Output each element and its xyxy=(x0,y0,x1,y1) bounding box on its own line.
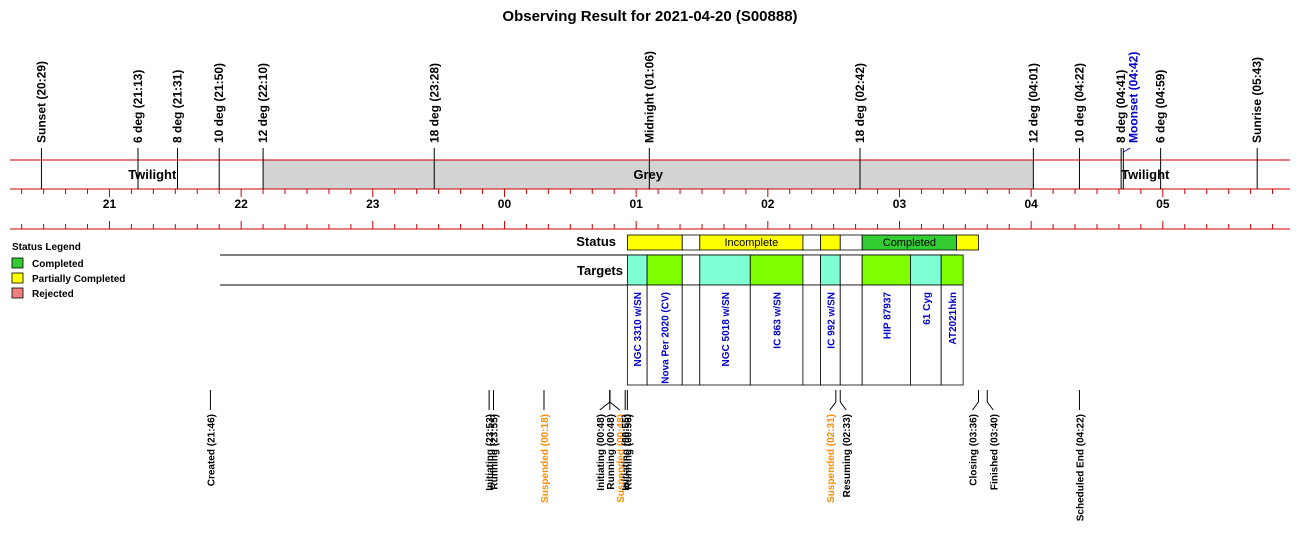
sky-event-label: 8 deg (21:31) xyxy=(170,70,184,143)
status-event-leader xyxy=(839,401,847,411)
sky-event-label: 18 deg (23:28) xyxy=(427,63,441,143)
sky-band-label: Twilight xyxy=(1121,167,1170,182)
target-block xyxy=(802,254,821,286)
status-event-label: Created (21:46) xyxy=(206,414,217,486)
hour-label-02: 02 xyxy=(761,197,775,211)
sky-event-label: 10 deg (04:22) xyxy=(1072,63,1086,143)
sky-event-label: Sunset (20:29) xyxy=(34,61,48,143)
target-name: Nova Per 2020 (CV) xyxy=(661,292,672,384)
hour-label-21: 21 xyxy=(103,197,117,211)
status-segment xyxy=(626,234,683,251)
status-segment xyxy=(802,234,821,251)
target-block xyxy=(699,254,751,286)
hour-label-05: 05 xyxy=(1156,197,1170,211)
target-name: IC 863 w/SN xyxy=(773,292,784,349)
target-name: 61 Cyg xyxy=(922,292,933,325)
status-event-label: Running (23:55) xyxy=(490,414,501,490)
sky-event-label: 12 deg (04:01) xyxy=(1026,63,1040,143)
target-block xyxy=(749,254,804,286)
hour-label-03: 03 xyxy=(893,197,907,211)
status-events: Created (21:46) Initiating (23:53)Running… xyxy=(206,390,1086,521)
legend-label: Partially Completed xyxy=(32,274,125,285)
legend-title: Status Legend xyxy=(12,242,81,253)
hour-label-23: 23 xyxy=(366,197,380,211)
status-event-leader xyxy=(986,401,994,411)
sky-events: Sunset (20:29) 6 deg (21:13) 8 deg (21:31)… xyxy=(34,51,1264,189)
sky-event-label: Moonset (04:42) xyxy=(1126,52,1140,143)
target-name: NGC 5018 w/SN xyxy=(721,292,732,366)
sky-event-label: 10 deg (21:50) xyxy=(212,63,226,143)
observing-timeline-chart: Observing Result for 2021-04-20 (S00888)… xyxy=(10,8,1290,521)
hour-label-04: 04 xyxy=(1024,197,1038,211)
legend-label: Completed xyxy=(32,259,84,270)
target-block xyxy=(626,254,648,286)
hour-label-22: 22 xyxy=(234,197,248,211)
legend-swatch xyxy=(11,272,24,284)
status-event-leader xyxy=(972,401,979,411)
target-block xyxy=(820,254,841,286)
sky-band-label: Grey xyxy=(633,167,663,182)
time-axis: 21 22 23 00 01 02 03 04 05 xyxy=(10,189,1290,230)
hour-label-01: 01 xyxy=(629,197,643,211)
target-name-cell xyxy=(681,284,701,386)
target-block xyxy=(940,254,964,286)
status-segment xyxy=(681,234,701,251)
legend-swatch xyxy=(11,287,24,299)
target-name: IC 992 w/SN xyxy=(826,292,837,349)
status-event-label: Finished (03:40) xyxy=(989,414,1000,490)
sky-event-label: Sunrise (05:43) xyxy=(1250,57,1264,143)
status-segment xyxy=(820,234,841,251)
status-segment xyxy=(839,234,863,251)
sky-event-label: 18 deg (02:42) xyxy=(853,63,867,143)
status-legend: Status Legend Completed Partially Complete… xyxy=(11,242,125,300)
sky-event-label: Midnight (01:06) xyxy=(642,51,656,143)
sky-event-leader xyxy=(1123,147,1131,153)
targets-row-label: Targets xyxy=(577,263,623,278)
target-block xyxy=(646,254,683,286)
status-event-label: Suspended (02:31) xyxy=(826,414,837,503)
status-event-leader xyxy=(829,401,837,411)
target-name: HIP 87937 xyxy=(882,292,893,340)
hour-label-00: 00 xyxy=(498,197,512,211)
status-segment-label: Incomplete xyxy=(724,237,778,249)
status-event-label: Suspended (00:18) xyxy=(540,414,551,503)
status-target-rows: Status Targets Incomplete Completed NGC 3310… xyxy=(220,234,979,386)
status-event-label: Resuming (02:33) xyxy=(842,414,853,497)
status-event-label: Scheduled End (04:22) xyxy=(1075,414,1086,521)
legend-label: Rejected xyxy=(32,289,74,300)
sky-event-label: 12 deg (22:10) xyxy=(256,63,270,143)
target-name: AT2021hkn xyxy=(948,292,959,345)
status-segment-label: Completed xyxy=(883,237,936,249)
sky-event-label: 6 deg (21:13) xyxy=(131,70,145,143)
status-event-label: Running (00:56) xyxy=(623,414,634,490)
status-event-label: Closing (03:36) xyxy=(968,414,979,486)
chart-title: Observing Result for 2021-04-20 (S00888) xyxy=(502,8,797,25)
sky-event-label: 6 deg (04:59) xyxy=(1154,70,1168,143)
target-block xyxy=(861,254,911,286)
target-block xyxy=(839,254,863,286)
legend-swatch xyxy=(11,257,24,269)
status-event-leader xyxy=(599,401,611,411)
target-block xyxy=(910,254,942,286)
sky-band-label: Twilight xyxy=(128,167,177,182)
target-name: NGC 3310 w/SN xyxy=(633,292,644,366)
target-name-cell xyxy=(839,284,863,386)
target-block xyxy=(681,254,701,286)
status-row-label: Status xyxy=(576,234,616,249)
status-event-leader xyxy=(609,401,621,411)
target-name-cell xyxy=(802,284,821,386)
status-segment xyxy=(956,234,979,251)
sky-bands: Twilight Grey Twilight xyxy=(10,159,1290,190)
